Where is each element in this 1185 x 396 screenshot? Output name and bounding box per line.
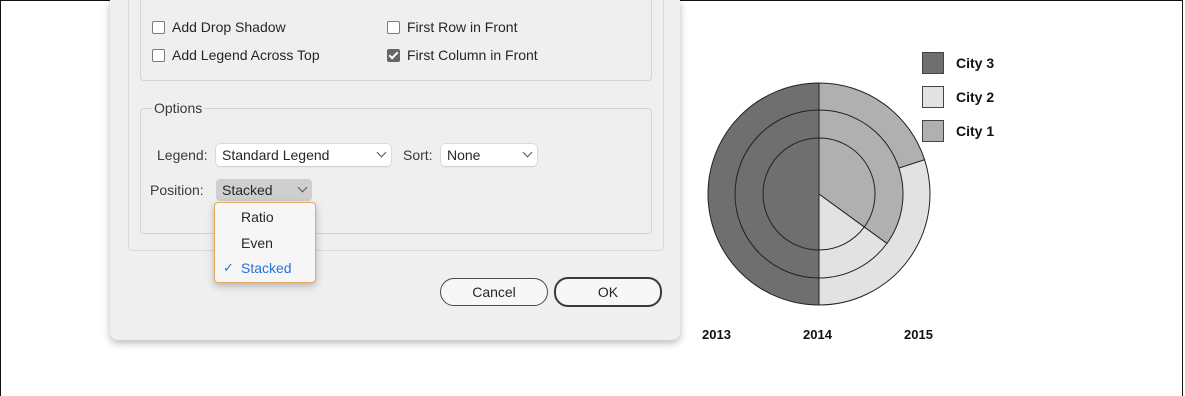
- legend-label: Legend:: [157, 147, 208, 163]
- chevron-down-icon: [297, 182, 308, 193]
- first-row-in-front-checkbox[interactable]: First Row in Front: [387, 18, 517, 36]
- checkbox-label: First Row in Front: [407, 19, 518, 35]
- legend-label: City 1: [956, 123, 995, 139]
- checkbox-checked-icon: [387, 48, 400, 62]
- checkbox-label: Add Drop Shadow: [172, 19, 286, 35]
- position-label: Position:: [150, 182, 204, 198]
- legend-item-city-1: City 1: [922, 120, 994, 142]
- pie-label-2015: 2015: [904, 327, 933, 342]
- pie-label-2013: 2013: [702, 327, 731, 342]
- position-select-value: Stacked: [222, 182, 273, 198]
- legend-item-city-3: City 3: [922, 52, 994, 74]
- position-dropdown-menu: Ratio Even ✓ Stacked: [214, 202, 316, 283]
- menu-item-label: Ratio: [241, 209, 274, 225]
- add-legend-across-top-checkbox[interactable]: Add Legend Across Top: [152, 46, 320, 64]
- menu-item-stacked[interactable]: ✓ Stacked: [215, 257, 315, 279]
- checkbox-icon: [152, 20, 165, 34]
- menu-item-ratio[interactable]: Ratio: [215, 206, 315, 228]
- first-column-in-front-checkbox[interactable]: First Column in Front: [387, 46, 538, 64]
- menu-item-label: Even: [241, 235, 273, 251]
- options-group-title: Options: [152, 100, 205, 116]
- checkbox-icon: [152, 48, 165, 62]
- chevron-down-icon: [522, 147, 533, 158]
- sort-select[interactable]: None: [441, 144, 537, 166]
- pie-label-2014: 2014: [803, 327, 832, 342]
- checkbox-label: First Column in Front: [407, 47, 538, 63]
- menu-item-even[interactable]: Even: [215, 232, 315, 254]
- menu-item-label: Stacked: [241, 260, 292, 276]
- sort-label: Sort:: [403, 147, 433, 163]
- add-drop-shadow-checkbox[interactable]: Add Drop Shadow: [152, 18, 286, 36]
- stacked-pie-chart: [707, 82, 931, 306]
- checkbox-label: Add Legend Across Top: [172, 47, 320, 63]
- checkmark-icon: ✓: [223, 260, 234, 275]
- chevron-down-icon: [376, 147, 387, 158]
- ok-button[interactable]: OK: [554, 277, 662, 307]
- cancel-button[interactable]: Cancel: [440, 278, 548, 306]
- legend-label: City 3: [956, 55, 995, 71]
- checkbox-icon: [387, 20, 400, 34]
- legend-select[interactable]: Standard Legend: [216, 144, 391, 166]
- position-select[interactable]: Stacked: [216, 179, 312, 201]
- legend-swatch: [922, 120, 944, 142]
- legend-label: City 2: [956, 89, 995, 105]
- legend-select-value: Standard Legend: [222, 147, 330, 163]
- legend-swatch: [922, 86, 944, 108]
- sort-select-value: None: [447, 147, 481, 163]
- legend-item-city-2: City 2: [922, 86, 994, 108]
- legend-swatch: [922, 52, 944, 74]
- style-options-box: [140, 0, 652, 81]
- graph-type-dialog: Add Drop Shadow First Row in Front Add L…: [110, 0, 680, 340]
